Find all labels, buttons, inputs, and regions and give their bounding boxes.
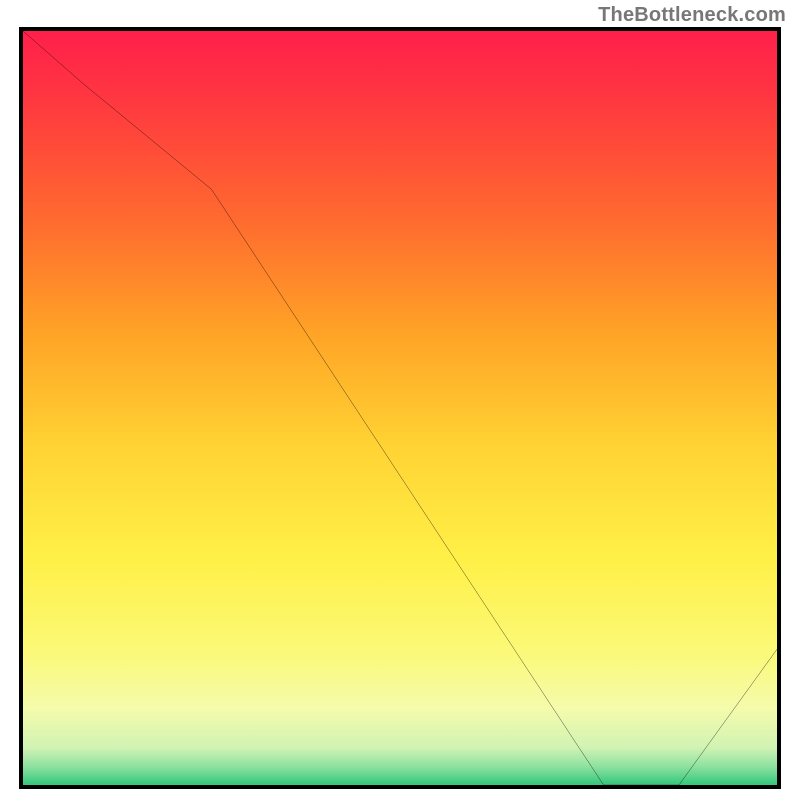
- chart-plot-area: [23, 31, 777, 785]
- chart-frame: [19, 27, 781, 789]
- chart-line-layer: [23, 31, 777, 785]
- watermark-text: TheBottleneck.com: [598, 4, 786, 27]
- chart-series-curve: [23, 31, 777, 785]
